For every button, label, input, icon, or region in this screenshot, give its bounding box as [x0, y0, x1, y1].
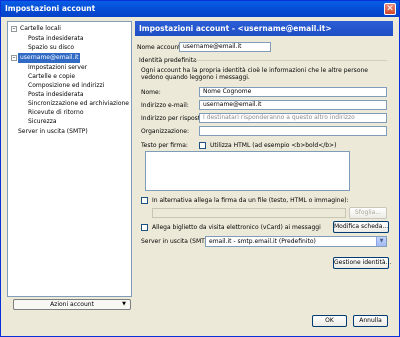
tree-disk-space[interactable]: Spazio su disco [28, 43, 74, 53]
identity-group-title: Identità predefinita [139, 57, 197, 64]
attach-signature-label: In alternativa allega la firma da un fil… [152, 197, 349, 204]
account-actions-button[interactable]: Azioni account ▼ [13, 299, 131, 310]
name-input[interactable]: Nome Cognome [199, 87, 387, 97]
close-icon: ✕ [386, 4, 394, 14]
cancel-button[interactable]: Annulla [353, 315, 388, 327]
account-actions-label: Azioni account [50, 301, 94, 308]
account-tree[interactable]: – Cartelle locali Posta indesiderata Spa… [7, 21, 132, 297]
signature-label: Testo per firma: [141, 142, 188, 149]
organization-input[interactable] [199, 126, 387, 136]
html-checkbox-label: Utilizza HTML (ad esempio <b>bold</b>) [210, 142, 337, 149]
signature-textarea[interactable] [145, 151, 350, 191]
organization-label: Organizzazione: [141, 128, 190, 135]
tree-security[interactable]: Sicurezza [28, 117, 57, 127]
browse-button: Sfoglia... [349, 207, 387, 219]
vcard-label: Allega biglietto da visita elettronico (… [152, 224, 321, 231]
settings-panel: Impostazioni account - <username@email.i… [135, 21, 393, 311]
html-checkbox[interactable] [199, 142, 206, 149]
tree-smtp[interactable]: Server in uscita (SMTP) [18, 127, 88, 137]
ok-button[interactable]: OK [312, 315, 347, 327]
close-button[interactable]: ✕ [384, 3, 396, 15]
panel-header: Impostazioni account - <username@email.i… [135, 21, 393, 36]
identity-description: Ogni account ha la propria identità cioè… [141, 67, 368, 81]
account-settings-window: Impostazioni account ✕ – Cartelle locali… [0, 0, 400, 337]
chevron-down-icon[interactable]: ▼ [376, 237, 386, 246]
tree-local-folders[interactable]: Cartelle locali [20, 24, 61, 34]
signature-file-input [152, 208, 346, 218]
name-label: Nome: [141, 89, 161, 96]
edit-card-button[interactable]: Modifica scheda... [333, 221, 389, 233]
vcard-checkbox[interactable] [141, 224, 148, 231]
collapse-icon[interactable]: – [11, 26, 17, 32]
attach-signature-checkbox[interactable] [141, 197, 148, 204]
account-name-input[interactable]: username@email.it [179, 42, 271, 52]
window-title: Impostazioni account [5, 4, 96, 13]
tree-account[interactable]: username@email.it [18, 53, 81, 63]
replyto-input[interactable]: I destinatari risponderanno a questo alt… [199, 113, 387, 123]
title-bar: Impostazioni account ✕ [1, 1, 399, 17]
collapse-icon[interactable]: – [11, 55, 17, 61]
smtp-select-value: email.it - smtp.email.it (Predefinito) [209, 238, 316, 245]
manage-identities-button[interactable]: Gestione identità... [333, 257, 391, 269]
smtp-select[interactable]: email.it - smtp.email.it (Predefinito) ▼ [205, 236, 387, 247]
email-input[interactable]: username@email.it [199, 100, 387, 110]
account-name-label: Nome account: [137, 44, 183, 51]
replyto-label: Indirizzo per risposte: [141, 115, 206, 122]
email-label: Indirizzo e-mail: [141, 102, 189, 109]
chevron-down-icon: ▼ [122, 301, 126, 307]
smtp-label: Server in uscita (SMTP): [141, 238, 213, 245]
group-divider [195, 60, 387, 61]
